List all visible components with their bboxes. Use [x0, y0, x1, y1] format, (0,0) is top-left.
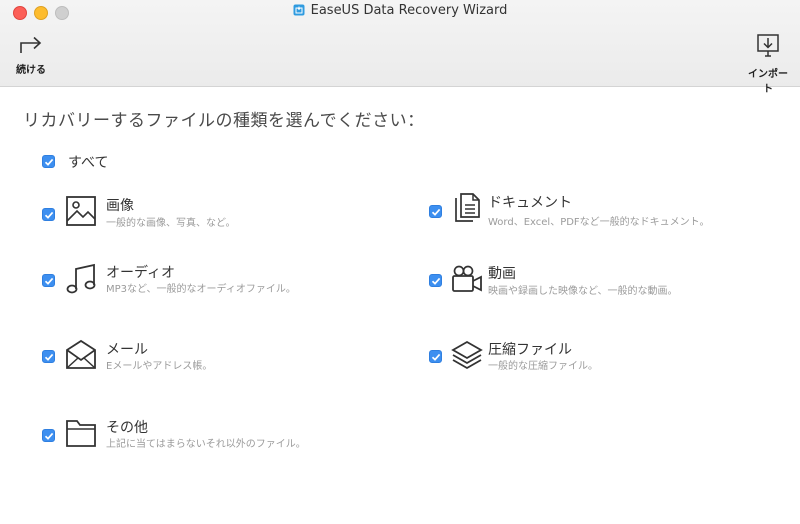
checkbox-documents[interactable]	[429, 205, 442, 218]
checkmark-icon	[431, 353, 441, 361]
category-title: 動画	[488, 266, 516, 282]
checkmark-icon	[44, 277, 54, 285]
select-all-label: すべて	[68, 155, 109, 171]
category-title: メール	[106, 342, 148, 358]
category-desc: 一般的な圧縮ファイル。	[488, 361, 598, 372]
forward-arrow-icon	[20, 36, 42, 53]
category-title: ドキュメント	[488, 195, 572, 211]
envelope-icon	[66, 339, 96, 369]
checkbox-email[interactable]	[42, 350, 55, 363]
layers-icon	[451, 340, 483, 370]
checkbox-video[interactable]	[429, 274, 442, 287]
category-desc: 映画や録画した映像など、一般的な動画。	[488, 286, 678, 297]
category-audio[interactable]: オーディオ MP3など、一般的なオーディオファイル。	[65, 262, 365, 298]
select-all-checkbox[interactable]	[42, 155, 55, 168]
category-desc: Word、Excel、PDFなど一般的なドキュメント。	[488, 217, 710, 228]
category-other[interactable]: その他 上記に当てはまらないそれ以外のファイル。	[65, 417, 365, 453]
category-desc: 上記に当てはまらないそれ以外のファイル。	[106, 439, 306, 450]
category-archives[interactable]: 圧縮ファイル 一般的な圧縮ファイル。	[451, 339, 751, 375]
category-desc: MP3など、一般的なオーディオファイル。	[106, 284, 296, 295]
category-desc: Eメールやアドレス帳。	[106, 361, 213, 372]
checkmark-icon	[44, 211, 54, 219]
checkbox-archives[interactable]	[429, 350, 442, 363]
category-email[interactable]: メール Eメールやアドレス帳。	[65, 338, 365, 374]
category-video[interactable]: 動画 映画や録画した映像など、一般的な動画。	[451, 263, 751, 299]
checkbox-other[interactable]	[42, 429, 55, 442]
checkmark-icon	[44, 432, 54, 440]
app-icon	[293, 4, 305, 16]
checkmark-icon	[44, 158, 54, 166]
window-title-text: EaseUS Data Recovery Wizard	[310, 3, 508, 18]
import-label: インポート	[748, 69, 788, 95]
import-icon	[757, 34, 779, 57]
checkbox-audio[interactable]	[42, 274, 55, 287]
category-title: その他	[106, 420, 148, 436]
continue-label: 続ける	[16, 65, 46, 76]
category-images[interactable]: 画像 一般的な画像、写真、など。	[65, 195, 365, 229]
checkbox-images[interactable]	[42, 208, 55, 221]
continue-button[interactable]: 続ける	[14, 34, 48, 76]
page-heading: リカバリーするファイルの種類を選んでください：	[23, 111, 425, 131]
window-title: EaseUS Data Recovery Wizard	[0, 3, 800, 19]
checkmark-icon	[44, 353, 54, 361]
checkmark-icon	[431, 277, 441, 285]
category-title: 画像	[106, 198, 134, 214]
category-documents[interactable]: ドキュメント Word、Excel、PDFなど一般的なドキュメント。	[451, 192, 751, 228]
folder-icon	[66, 420, 96, 447]
image-icon	[66, 196, 96, 226]
video-camera-icon	[452, 265, 482, 292]
music-note-icon	[66, 263, 96, 294]
category-title: オーディオ	[106, 265, 176, 281]
checkmark-icon	[431, 208, 441, 216]
title-toolbar: EaseUS Data Recovery Wizard 続ける インポート	[0, 0, 800, 95]
category-desc: 一般的な画像、写真、など。	[106, 218, 236, 229]
import-button[interactable]: インポート	[744, 34, 792, 95]
category-title: 圧縮ファイル	[488, 342, 572, 358]
document-icon	[455, 193, 480, 222]
